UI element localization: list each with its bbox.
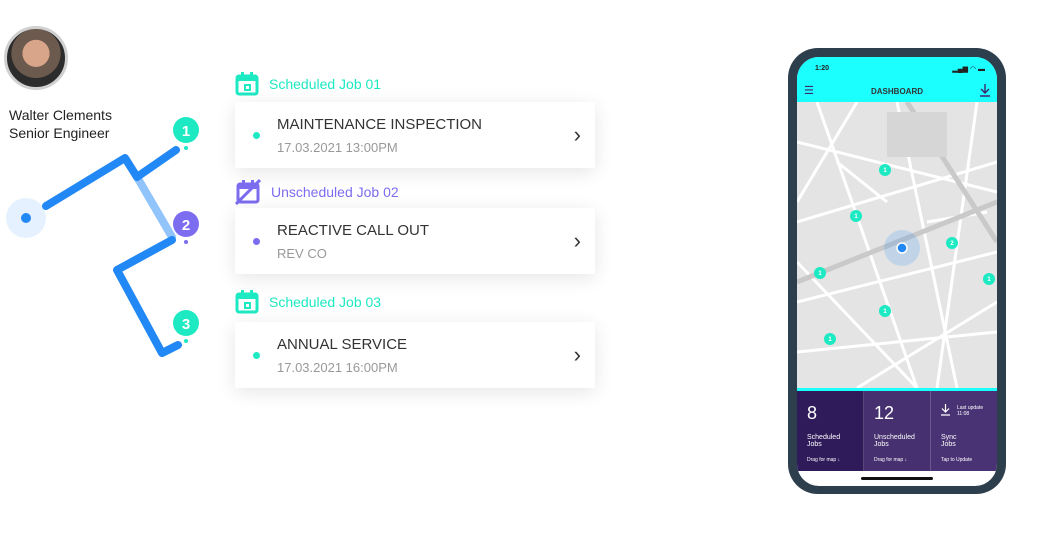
status-icons: ▂▄▆ ◠ ▬ <box>952 66 985 73</box>
chevron-right-icon[interactable]: › <box>574 122 581 148</box>
status-dot <box>253 238 260 245</box>
job-title: MAINTENANCE INSPECTION <box>277 116 483 133</box>
status-dot <box>253 352 260 359</box>
chevron-right-icon[interactable]: › <box>574 342 581 368</box>
stat-value: 8 <box>807 403 818 423</box>
route-pin-3: 3 <box>173 310 199 343</box>
stat-label: Sync Jobs <box>941 434 957 448</box>
job-card-2[interactable]: REACTIVE CALL OUT REV CO › <box>235 208 595 274</box>
map-pin[interactable]: 2 <box>946 237 958 249</box>
last-update: Last update 11:08 <box>957 405 984 417</box>
stat-sync-jobs[interactable]: Last update 11:08 Sync Jobs Tap to Update <box>931 391 997 471</box>
route-pin-2: 2 <box>173 211 199 244</box>
start-location-dot <box>21 213 31 223</box>
stat-value: 12 <box>874 403 895 423</box>
stat-label: Scheduled Jobs <box>807 434 841 448</box>
map-pin[interactable]: 1 <box>814 267 826 279</box>
job-title: REACTIVE CALL OUT <box>277 222 429 239</box>
svg-text:3: 3 <box>182 316 190 333</box>
download-icon <box>941 404 950 416</box>
status-dot <box>253 132 260 139</box>
route-segment-2 <box>113 236 182 357</box>
job-subtitle: 17.03.2021 13:00PM <box>277 140 398 155</box>
job-card-3[interactable]: ANNUAL SERVICE 17.03.2021 16:00PM › <box>235 322 595 388</box>
job-title: ANNUAL SERVICE <box>277 336 408 353</box>
calendar-icon <box>235 290 259 314</box>
stat-unscheduled-jobs[interactable]: 12 Unscheduled Jobs Drag for map ↓ <box>864 391 931 471</box>
map-pin[interactable]: 1 <box>983 273 995 285</box>
stat-scheduled-jobs[interactable]: 8 Scheduled Jobs Drag for map ↓ <box>797 391 864 471</box>
phone-mockup: 1:20 ▂▄▆ ◠ ▬ ☰ DASHBOARD 1 1 2 1 1 1 1 8… <box>788 48 1006 494</box>
map-pin[interactable]: 1 <box>850 210 862 222</box>
stat-hint: Tap to Update <box>941 457 973 463</box>
stat-hint: Drag for map ↓ <box>874 457 908 463</box>
job-label-2: Unscheduled Job 02 <box>235 179 399 205</box>
calendar-icon <box>235 72 259 96</box>
current-location-dot <box>896 242 908 254</box>
route-diagram: 1 2 3 <box>6 117 199 357</box>
screen-title: DASHBOARD <box>871 87 923 96</box>
map-view[interactable]: 1 1 2 1 1 1 1 <box>797 102 997 388</box>
job-subtitle: 17.03.2021 16:00PM <box>277 360 398 375</box>
job-label-1: Scheduled Job 01 <box>235 72 381 96</box>
map-pin[interactable]: 1 <box>879 164 891 176</box>
job-card-1[interactable]: MAINTENANCE INSPECTION 17.03.2021 13:00P… <box>235 102 595 168</box>
stat-label: Unscheduled Jobs <box>874 434 915 448</box>
stats-bar: 8 Scheduled Jobs Drag for map ↓ 12 Unsche… <box>797 388 997 471</box>
job-label-text: Scheduled Job 03 <box>269 294 382 310</box>
stat-hint: Drag for map ↓ <box>807 457 841 463</box>
job-label-text: Scheduled Job 01 <box>269 76 382 92</box>
status-time: 1:20 <box>815 65 830 72</box>
phone-screen: 1:20 ▂▄▆ ◠ ▬ ☰ DASHBOARD 1 1 2 1 1 1 1 8… <box>797 57 997 486</box>
map-pin[interactable]: 1 <box>824 333 836 345</box>
app-header: 1:20 ▂▄▆ ◠ ▬ ☰ DASHBOARD <box>797 57 997 102</box>
calendar-off-icon <box>235 179 261 205</box>
job-subtitle: REV CO <box>277 246 327 261</box>
svg-text:2: 2 <box>182 217 190 234</box>
map-pin[interactable]: 1 <box>879 305 891 317</box>
route-pin-1: 1 <box>173 117 199 150</box>
download-icon[interactable] <box>979 83 991 97</box>
chevron-right-icon[interactable]: › <box>574 228 581 254</box>
route-segment-light <box>133 173 176 241</box>
home-indicator <box>861 477 933 480</box>
job-label-text: Unscheduled Job 02 <box>271 184 399 200</box>
job-label-3: Scheduled Job 03 <box>235 290 381 314</box>
route-segment-1 <box>42 146 180 210</box>
svg-text:1: 1 <box>182 123 190 140</box>
